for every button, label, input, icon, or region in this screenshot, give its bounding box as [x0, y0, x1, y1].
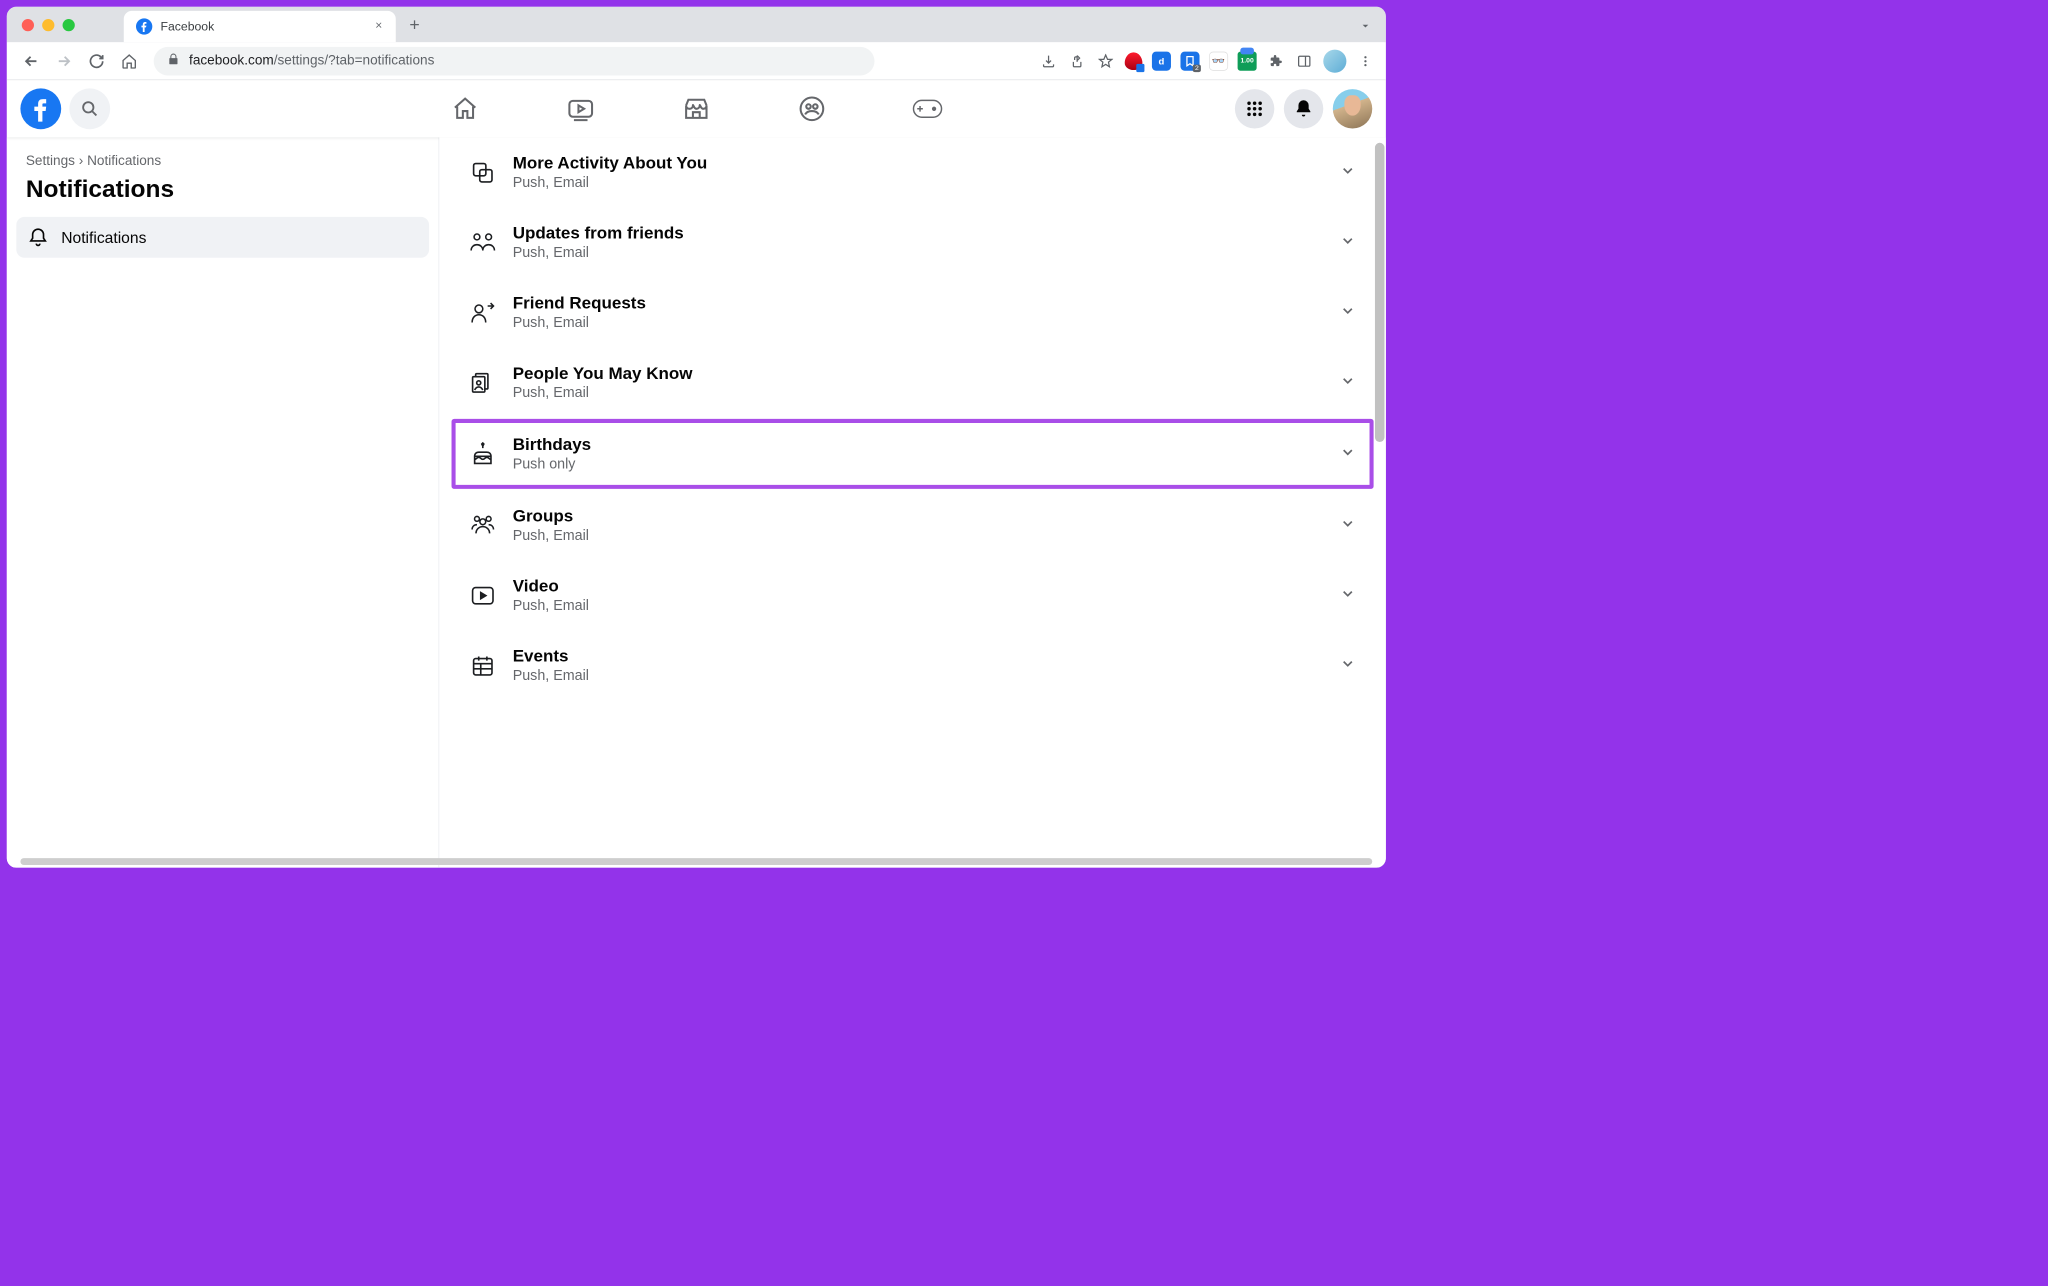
- row-title: Birthdays: [513, 435, 1324, 455]
- nav-home-icon[interactable]: [448, 92, 482, 126]
- page-title: Notifications: [16, 172, 429, 217]
- bookmark-star-icon[interactable]: [1096, 51, 1115, 70]
- chevron-down-icon: [1340, 233, 1356, 253]
- side-panel-icon[interactable]: [1295, 51, 1314, 70]
- window-controls: [22, 19, 75, 31]
- row-sub: Push, Email: [513, 668, 1324, 684]
- row-title: Updates from friends: [513, 224, 1324, 244]
- activity-icon: [469, 159, 496, 186]
- chevron-down-icon: [1340, 515, 1356, 535]
- extension-green-icon[interactable]: 1.00: [1238, 51, 1257, 70]
- nav-marketplace-icon[interactable]: [679, 92, 713, 126]
- extension-glasses-icon[interactable]: 👓: [1209, 51, 1228, 70]
- row-sub: Push, Email: [513, 528, 1324, 544]
- video-icon: [469, 582, 496, 609]
- row-title: Events: [513, 647, 1324, 667]
- row-updates-friends[interactable]: Updates from friends Push, Email: [456, 207, 1370, 277]
- breadcrumb: Settings › Notifications: [16, 151, 429, 172]
- chevron-down-icon: [1340, 373, 1356, 393]
- browser-window: Facebook + facebook.com/settin: [7, 7, 1386, 868]
- nav-gaming-icon[interactable]: [911, 92, 945, 126]
- sidebar-item-notifications[interactable]: Notifications: [16, 217, 429, 258]
- nav-watch-icon[interactable]: [564, 92, 598, 126]
- facebook-logo-icon[interactable]: [20, 88, 61, 129]
- row-more-activity[interactable]: More Activity About You Push, Email: [456, 137, 1370, 207]
- chevron-down-icon: [1340, 163, 1356, 183]
- extensions-puzzle-icon[interactable]: [1266, 51, 1285, 70]
- row-people-you-may-know[interactable]: People You May Know Push, Email: [456, 347, 1370, 417]
- extension-bookmark-icon[interactable]: [1180, 51, 1199, 70]
- row-title: Friend Requests: [513, 294, 1324, 314]
- tab-title: Facebook: [160, 19, 365, 33]
- close-window-button[interactable]: [22, 19, 34, 31]
- settings-main: More Activity About You Push, Email Upda…: [439, 137, 1386, 867]
- download-icon[interactable]: [1039, 51, 1058, 70]
- forward-button[interactable]: [50, 47, 77, 74]
- people-cards-icon: [469, 369, 496, 396]
- friends-icon: [469, 229, 496, 256]
- bell-icon: [27, 226, 49, 248]
- address-bar[interactable]: facebook.com/settings/?tab=notifications: [154, 47, 875, 76]
- row-events[interactable]: Events Push, Email: [456, 630, 1370, 700]
- browser-toolbar: facebook.com/settings/?tab=notifications…: [7, 42, 1386, 80]
- lock-icon: [167, 53, 179, 69]
- extension-opera-icon[interactable]: [1125, 52, 1143, 70]
- row-sub: Push, Email: [513, 175, 1324, 191]
- row-sub: Push only: [513, 456, 1324, 472]
- horizontal-scrollbar[interactable]: [20, 858, 1372, 865]
- menu-grid-button[interactable]: [1235, 89, 1274, 128]
- row-birthdays[interactable]: Birthdays Push only: [452, 419, 1374, 489]
- row-sub: Push, Email: [513, 315, 1324, 331]
- extension-blue-d-icon[interactable]: d: [1152, 51, 1171, 70]
- share-icon[interactable]: [1068, 51, 1087, 70]
- row-friend-requests[interactable]: Friend Requests Push, Email: [456, 277, 1370, 347]
- browser-tab[interactable]: Facebook: [124, 11, 396, 42]
- row-title: Video: [513, 577, 1324, 597]
- row-groups[interactable]: Groups Push, Email: [456, 490, 1370, 560]
- row-sub: Push, Email: [513, 598, 1324, 614]
- facebook-nav: [448, 92, 944, 126]
- new-tab-button[interactable]: +: [409, 14, 419, 35]
- settings-sidebar: Settings › Notifications Notifications N…: [7, 137, 439, 867]
- chevron-down-icon: [1340, 444, 1356, 464]
- calendar-icon: [469, 652, 496, 679]
- back-button[interactable]: [18, 47, 45, 74]
- tab-overflow-icon[interactable]: [1359, 19, 1373, 36]
- facebook-header: [7, 80, 1386, 137]
- notifications-bell-button[interactable]: [1284, 89, 1323, 128]
- home-button[interactable]: [116, 47, 143, 74]
- sidebar-item-label: Notifications: [61, 228, 146, 246]
- minimize-window-button[interactable]: [42, 19, 54, 31]
- row-title: Groups: [513, 507, 1324, 527]
- tab-close-icon[interactable]: [374, 20, 384, 33]
- toolbar-actions: d 👓 1.00: [1039, 49, 1375, 72]
- nav-groups-icon[interactable]: [795, 92, 829, 126]
- page-content: Settings › Notifications Notifications N…: [7, 137, 1386, 867]
- row-title: More Activity About You: [513, 154, 1324, 174]
- facebook-search-button[interactable]: [69, 88, 110, 129]
- chrome-profile-avatar[interactable]: [1323, 49, 1346, 72]
- row-title: People You May Know: [513, 364, 1324, 384]
- account-avatar[interactable]: [1333, 89, 1372, 128]
- birthday-cake-icon: [469, 440, 496, 467]
- chevron-down-icon: [1340, 585, 1356, 605]
- row-sub: Push, Email: [513, 385, 1324, 401]
- browser-titlebar: Facebook +: [7, 7, 1386, 42]
- facebook-favicon-icon: [136, 18, 152, 34]
- url-text: facebook.com/settings/?tab=notifications: [189, 53, 434, 69]
- chevron-down-icon: [1340, 656, 1356, 676]
- chevron-down-icon: [1340, 303, 1356, 323]
- chrome-menu-icon[interactable]: [1356, 51, 1375, 70]
- row-sub: Push, Email: [513, 245, 1324, 261]
- groups-icon: [469, 512, 496, 539]
- reload-button[interactable]: [83, 47, 110, 74]
- row-video[interactable]: Video Push, Email: [456, 560, 1370, 630]
- facebook-header-right: [1235, 89, 1372, 128]
- friend-request-icon: [469, 299, 496, 326]
- vertical-scrollbar[interactable]: [1375, 143, 1385, 442]
- maximize-window-button[interactable]: [63, 19, 75, 31]
